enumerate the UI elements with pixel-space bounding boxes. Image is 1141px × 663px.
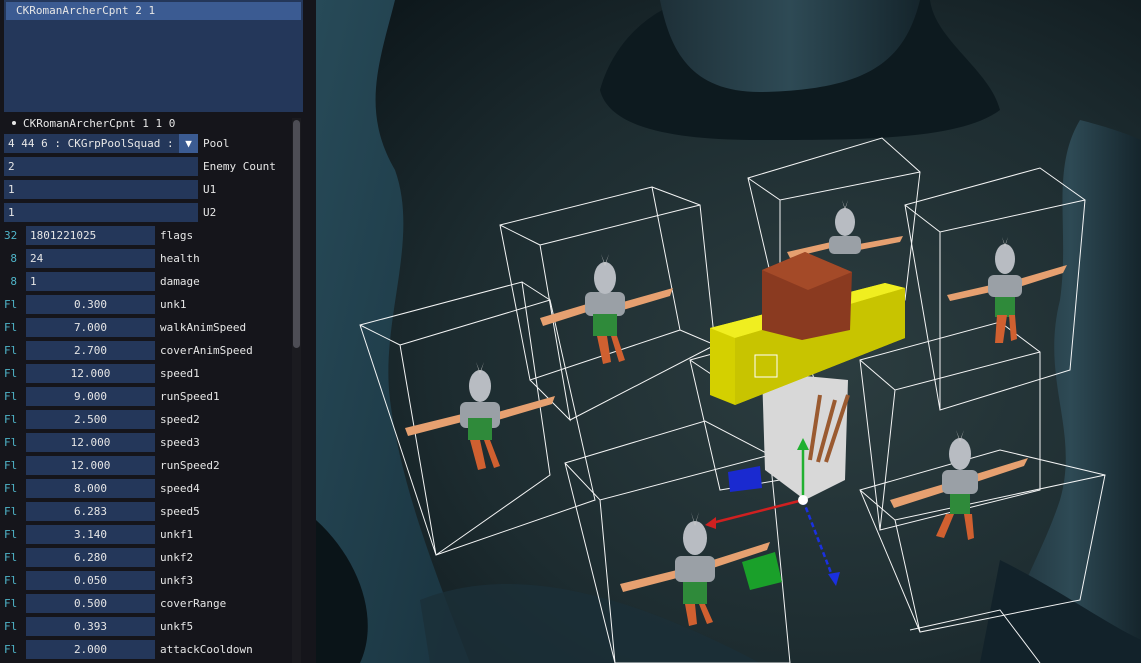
type-indicator: Fl [4, 574, 18, 587]
float-field-input[interactable]: 0.050 [26, 571, 155, 590]
3d-viewport[interactable] [316, 0, 1141, 663]
float-field-input[interactable]: 12.000 [26, 364, 155, 383]
float-field-label: runSpeed1 [160, 390, 220, 403]
enemy-count-input[interactable]: 2 [4, 157, 198, 176]
type-indicator: Fl [4, 597, 18, 610]
type-indicator: 8 [10, 252, 17, 265]
type-indicator: Fl [4, 344, 18, 357]
float-field-input[interactable]: 7.000 [26, 318, 155, 337]
type-indicator: Fl [4, 643, 18, 656]
pool-combo[interactable]: 4 44 6 : CKGrpPoolSquad : ▼ [4, 134, 198, 153]
int-field-label: health [160, 252, 200, 265]
scrollbar-thumb[interactable] [293, 120, 300, 348]
type-indicator: 32 [4, 229, 18, 242]
gizmo-center[interactable] [798, 495, 808, 505]
enemy-count-label: Enemy Count [203, 160, 276, 173]
float-field-label: speed4 [160, 482, 200, 495]
type-indicator: Fl [4, 528, 18, 541]
int-field-input[interactable]: 1 [26, 272, 155, 291]
float-field-input[interactable]: 12.000 [26, 433, 155, 452]
float-field-label: speed3 [160, 436, 200, 449]
float-field-input[interactable]: 0.300 [26, 295, 155, 314]
int-field-label: damage [160, 275, 200, 288]
type-indicator: Fl [4, 298, 18, 311]
type-indicator: Fl [4, 436, 18, 449]
type-indicator: Fl [4, 620, 18, 633]
float-field-input[interactable]: 2.700 [26, 341, 155, 360]
tree-node-label: CKRomanArcherCpnt 1 1 0 [23, 117, 176, 130]
tree-node[interactable]: CKRomanArcherCpnt 1 1 0 [8, 116, 175, 132]
u1-input[interactable]: 1 [4, 180, 198, 199]
float-field-input[interactable]: 0.500 [26, 594, 155, 613]
type-indicator: Fl [4, 459, 18, 472]
u1-label: U1 [203, 183, 217, 196]
float-field-input[interactable]: 6.283 [26, 502, 155, 521]
list-item-selected[interactable]: CKRomanArcherCpnt 2 1 [6, 2, 301, 20]
type-indicator: Fl [4, 505, 18, 518]
int-field-label: flags [160, 229, 194, 242]
float-field-label: coverAnimSpeed [160, 344, 253, 357]
type-indicator: Fl [4, 482, 18, 495]
type-indicator: Fl [4, 551, 18, 564]
type-indicator: 8 [10, 275, 17, 288]
float-field-input[interactable]: 2.000 [26, 640, 155, 659]
float-field-label: unkf2 [160, 551, 194, 564]
float-field-input[interactable]: 0.393 [26, 617, 155, 636]
type-indicator: Fl [4, 321, 18, 334]
pool-label: Pool [203, 137, 230, 150]
float-field-label: speed1 [160, 367, 200, 380]
chevron-down-icon[interactable]: ▼ [179, 134, 198, 153]
type-indicator: Fl [4, 367, 18, 380]
float-field-label: unkf1 [160, 528, 194, 541]
float-field-label: speed5 [160, 505, 200, 518]
float-field-label: walkAnimSpeed [160, 321, 247, 334]
int-field-input[interactable]: 24 [26, 249, 155, 268]
float-field-label: unkf5 [160, 620, 194, 633]
type-indicator: Fl [4, 390, 18, 403]
float-field-label: speed2 [160, 413, 200, 426]
float-field-label: unk1 [160, 298, 187, 311]
type-indicator: Fl [4, 413, 18, 426]
float-field-input[interactable]: 8.000 [26, 479, 155, 498]
int-field-input[interactable]: 1801221025 [26, 226, 155, 245]
float-field-input[interactable]: 6.280 [26, 548, 155, 567]
u2-label: U2 [203, 206, 217, 219]
float-field-input[interactable]: 12.000 [26, 456, 155, 475]
component-listbox[interactable]: CKRomanArcherCpnt 2 1 [4, 0, 303, 112]
float-field-label: coverRange [160, 597, 227, 610]
u2-input[interactable]: 1 [4, 203, 198, 222]
pool-combo-value: 4 44 6 : CKGrpPoolSquad : [8, 137, 174, 150]
property-panel: CKRomanArcherCpnt 2 1 CKRomanArcherCpnt … [0, 0, 316, 663]
float-field-label: attackCooldown [160, 643, 253, 656]
float-field-label: unkf3 [160, 574, 194, 587]
float-field-label: runSpeed2 [160, 459, 220, 472]
float-field-input[interactable]: 2.500 [26, 410, 155, 429]
scrollbar[interactable] [292, 118, 301, 663]
float-field-input[interactable]: 9.000 [26, 387, 155, 406]
float-field-input[interactable]: 3.140 [26, 525, 155, 544]
bullet-icon [12, 121, 16, 125]
